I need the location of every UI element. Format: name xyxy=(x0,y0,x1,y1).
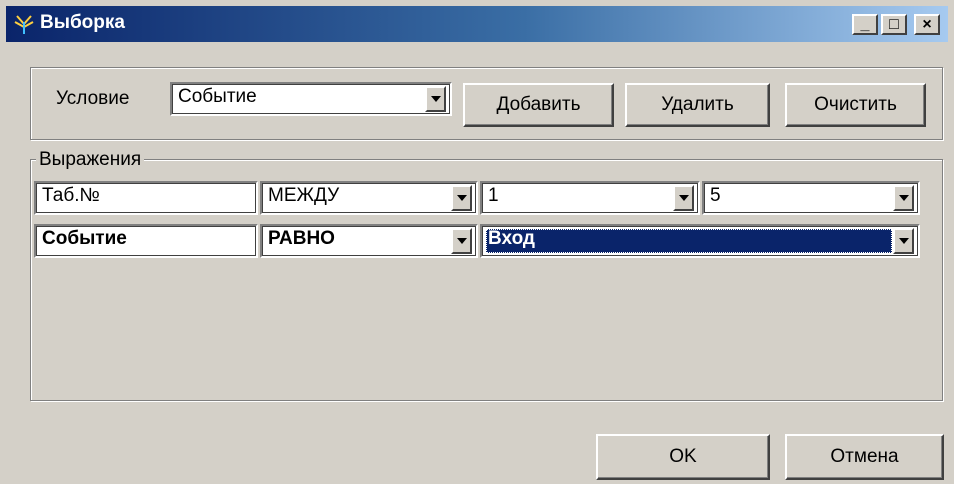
expression-value1-combo-selected[interactable]: Вход xyxy=(480,224,920,258)
expression-value1: 1 xyxy=(488,185,499,206)
expression-value2: 5 xyxy=(710,185,721,206)
clear-button[interactable]: Очистить xyxy=(785,83,926,127)
chevron-down-icon[interactable] xyxy=(451,185,472,211)
expression-field-value: Событие xyxy=(42,228,127,249)
expression-operator-value: РАВНО xyxy=(268,228,335,249)
expression-value1-combo[interactable]: 1 xyxy=(480,181,700,215)
maximize-button[interactable]: □ xyxy=(881,14,907,35)
cancel-button[interactable]: Отмена xyxy=(785,434,944,480)
expression-value1: Вход xyxy=(488,228,535,249)
window-title: Выборка xyxy=(40,12,125,33)
chevron-down-icon[interactable] xyxy=(893,228,914,254)
expression-operator-value: МЕЖДУ xyxy=(268,185,340,206)
expression-field-value: Таб.№ xyxy=(42,185,100,206)
selection-highlight xyxy=(486,229,892,253)
antenna-icon xyxy=(14,15,34,34)
condition-value: Событие xyxy=(178,86,257,107)
expression-operator-combo[interactable]: РАВНО xyxy=(260,224,478,258)
chevron-down-icon[interactable] xyxy=(425,86,446,112)
expression-value2-combo[interactable]: 5 xyxy=(702,181,920,215)
chevron-down-icon[interactable] xyxy=(451,228,472,254)
close-button[interactable]: × xyxy=(914,14,940,35)
chevron-down-icon[interactable] xyxy=(673,185,694,211)
expression-operator-combo[interactable]: МЕЖДУ xyxy=(260,181,478,215)
expression-field[interactable]: Событие xyxy=(34,224,258,258)
condition-combo[interactable]: Событие xyxy=(170,82,452,116)
condition-label: Условие xyxy=(56,88,130,109)
title-bar[interactable]: Выборка _ □ × xyxy=(6,6,948,42)
add-button[interactable]: Добавить xyxy=(463,83,614,127)
chevron-down-icon[interactable] xyxy=(893,185,914,211)
delete-button[interactable]: Удалить xyxy=(625,83,770,127)
expression-field[interactable]: Таб.№ xyxy=(34,181,258,215)
minimize-button[interactable]: _ xyxy=(852,14,878,35)
dialog-window: Выборка _ □ × Условие Событие Добавить У… xyxy=(0,0,954,484)
expressions-label: Выражения xyxy=(36,149,145,171)
ok-button[interactable]: OK xyxy=(596,434,770,480)
